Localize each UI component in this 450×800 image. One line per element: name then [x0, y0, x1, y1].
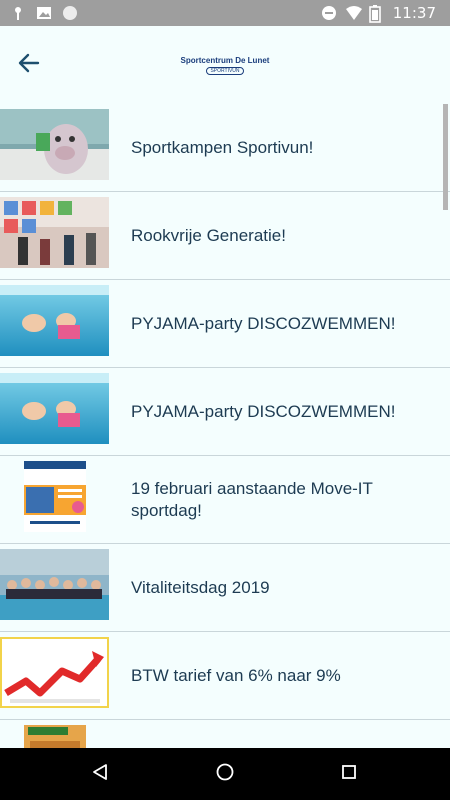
status-bar: 11:37 [0, 0, 450, 26]
news-title: PYJAMA-party DISCOZWEMMEN! [131, 314, 396, 333]
status-notifications [10, 5, 78, 21]
key-icon [10, 5, 26, 21]
list-item[interactable]: PYJAMA-party DISCOZWEMMEN! [0, 368, 450, 456]
back-triangle-icon [91, 763, 109, 786]
list-item[interactable]: BTW tarief van 6% naar 9% [0, 632, 450, 720]
status-time: 11:37 [392, 4, 436, 22]
list-item[interactable]: 19 februari aanstaande Move-IT sportdag! [0, 456, 450, 544]
do-not-disturb-icon [321, 5, 337, 21]
list-scrollbar[interactable] [443, 104, 448, 210]
news-list[interactable]: Sportkampen Sportivun! Rookvrije Generat… [0, 104, 450, 748]
app-bar: Sportcentrum De Lunet SPORTIVUN [0, 26, 450, 104]
circle-icon [62, 5, 78, 21]
home-circle-icon [215, 762, 235, 787]
news-title: Rookvrije Generatie! [131, 226, 286, 245]
system-nav-bar [0, 748, 450, 800]
arrow-left-icon [18, 52, 40, 79]
nav-home-button[interactable] [213, 762, 237, 786]
back-button[interactable] [12, 48, 46, 82]
recents-square-icon [341, 764, 357, 785]
news-title [131, 720, 421, 748]
image-icon [36, 5, 52, 21]
news-thumbnail [0, 197, 109, 268]
list-item[interactable] [0, 720, 450, 748]
news-thumbnail [0, 637, 109, 708]
list-item[interactable]: Rookvrije Generatie! [0, 192, 450, 280]
list-item[interactable]: PYJAMA-party DISCOZWEMMEN! [0, 280, 450, 368]
news-thumbnail [0, 373, 109, 444]
news-thumbnail [0, 725, 109, 748]
list-item[interactable]: Sportkampen Sportivun! [0, 104, 450, 192]
news-title: Sportkampen Sportivun! [131, 138, 314, 157]
nav-recents-button[interactable] [337, 762, 361, 786]
logo-text: Sportcentrum De Lunet [180, 56, 270, 65]
news-title: Vitaliteitsdag 2019 [131, 578, 270, 597]
list-item[interactable]: Vitaliteitsdag 2019 [0, 544, 450, 632]
news-thumbnail [0, 549, 109, 620]
status-system: 11:37 [321, 4, 436, 23]
news-title: BTW tarief van 6% naar 9% [131, 666, 341, 685]
nav-back-button[interactable] [88, 762, 112, 786]
wifi-icon [345, 5, 362, 21]
battery-icon [368, 5, 385, 23]
logo-subtext: SPORTIVUN [206, 67, 244, 75]
news-thumbnail [0, 461, 109, 532]
news-title: PYJAMA-party DISCOZWEMMEN! [131, 402, 396, 421]
news-title: 19 februari aanstaande Move-IT sportdag! [131, 479, 373, 520]
app-logo: Sportcentrum De Lunet SPORTIVUN [180, 56, 270, 78]
news-thumbnail [0, 109, 109, 180]
news-thumbnail [0, 285, 109, 356]
